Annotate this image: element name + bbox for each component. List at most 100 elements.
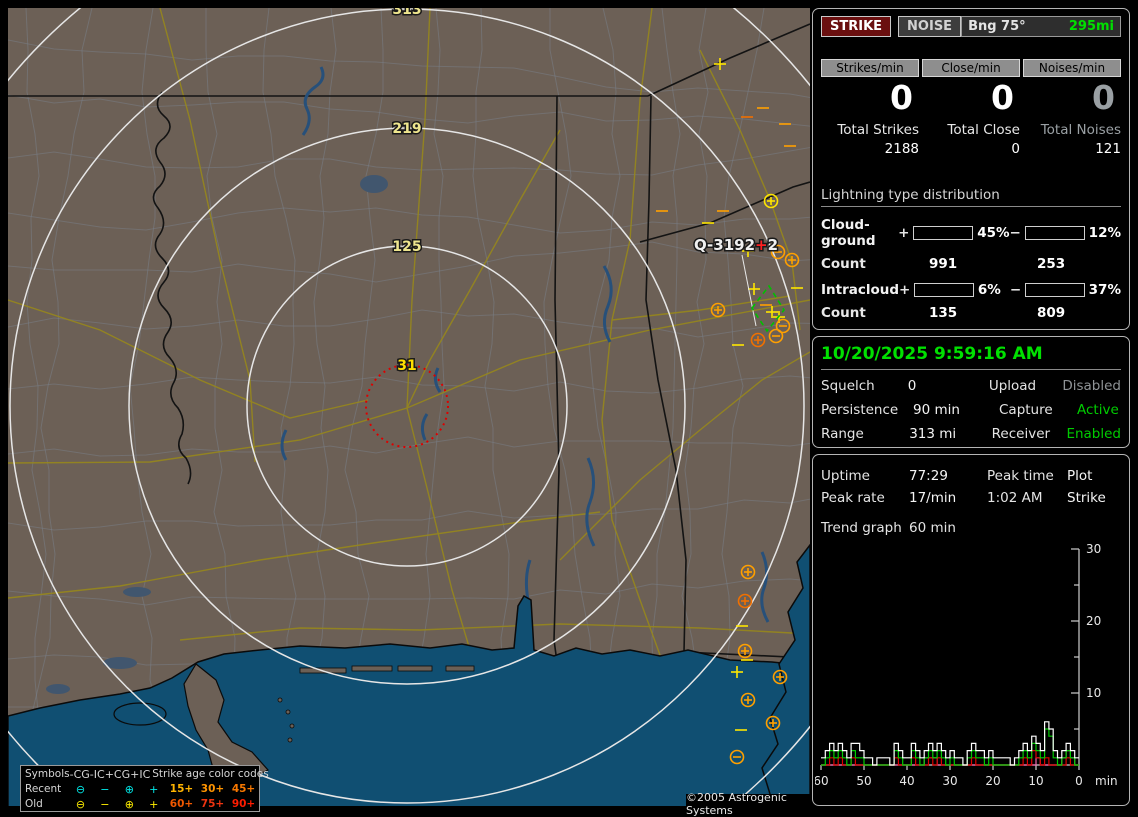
status-row: Persistence 90 min Capture Active [821,402,1121,418]
total-strikes-label: Total Strikes [837,122,919,139]
trend-graph-chart: 60 50 40 30 20 10 0 min 10 20 30 [815,542,1118,788]
legend-header: Symbols -CG -IC +CG +IC Strike age color code… [25,767,269,782]
noise-button[interactable]: NOISE [898,16,962,37]
age-code-45+: 45+ [231,783,256,795]
minus-sign: − [1009,282,1022,299]
total-close-label: Total Close [947,122,1020,139]
x-tick-label: 40 [899,774,914,788]
plus-sign: + [899,282,911,299]
uptime-label: Uptime [821,468,870,484]
total-noises-value: 121 [1095,141,1121,158]
legend-strike-symbol: ⊖ [75,783,86,796]
receiver-label: Receiver [991,426,1051,442]
count-label: Count [821,256,866,273]
peak-rate-value: 17/min [909,490,957,506]
distribution-title: Lightning type distribution [821,187,1121,208]
legend-strike-symbol: ⊖ [75,798,86,811]
plus-sign: + [898,225,910,242]
peak-time-label: Peak time [987,468,1054,484]
legend-strike-symbol: − [100,783,110,796]
lake-pontchartrain [113,702,167,726]
legend-strike-symbol: − [100,798,110,811]
x-tick-label: 30 [942,774,957,788]
trend-graph-label: Trend graph [821,520,902,536]
x-tick-label: 10 [1028,774,1043,788]
cloud-ground-label: Cloud-ground [821,217,876,250]
ic-positive-pct: 6% [977,282,1001,299]
strikes-per-min-button[interactable]: Strikes/min [821,59,919,77]
intracloud-counts: Count 135 809 [821,305,1121,321]
legend-col-header: Symbols [25,768,70,780]
age-code-30+: 30+ [200,783,225,795]
total-noises-label: Total Noises [1040,122,1121,139]
strike-button[interactable]: STRIKE [821,16,892,37]
uptime-value: 77:29 [909,468,948,484]
peak-time-value: 1:02 AM [987,490,1043,506]
ring-distance-label: 31 [397,358,416,374]
close-per-min-button[interactable]: Close/min [922,59,1020,77]
persistence-label: Persistence [821,402,899,418]
trend-graph-value: 60 min [909,520,956,536]
legend-col-header: +CG [104,768,131,781]
datetime-display: 10/20/2025 9:59:16 AM [821,344,1121,370]
count-label: Count [821,305,866,322]
age-code-75+: 75+ [200,798,225,810]
close-counter: Close/min 0 Total Close 0 [922,59,1020,157]
stats-row: Peak rate 17/min 1:02 AM Strike [821,490,1121,506]
intracloud-row: Intracloud + 6% − 37% [821,282,1121,298]
close-per-min-value: 0 [991,78,1014,117]
cg-positive-count: 991 [929,256,958,273]
cg-negative-pct: 12% [1088,225,1121,242]
strikes-counter: Strikes/min 0 Total Strikes 2188 [821,59,919,157]
upload-label: Upload [988,378,1037,394]
symbol-legend: Symbols -CG -IC +CG +IC Strike age color code… [20,765,269,812]
cloud-ground-counts: Count 991 253 [821,256,1121,272]
noises-per-min-button[interactable]: Noises/min [1023,59,1121,77]
total-close-value: 0 [1011,141,1020,158]
trend-panel: Uptime 77:29 Peak time Plot Peak rate 17… [812,454,1130,806]
legend-strike-symbol: + [149,798,159,811]
legend-col-header: -CG [69,768,90,781]
x-tick-label: 60 [815,774,829,788]
cell-id-label: Q-3192+2 [694,236,778,254]
age-code-90+: 90+ [231,798,256,810]
y-tick-label: 30 [1086,542,1101,556]
receiver-value: Enabled [1066,426,1121,442]
legend-strike-symbol: + [149,783,159,796]
cg-positive-bar [913,226,974,241]
y-tick-label: 20 [1086,614,1101,628]
legend-strike-symbol: ⊕ [124,783,134,796]
legend-row-label: Old [25,798,43,810]
status-row: Squelch 0 Upload Disabled [821,378,1121,394]
capture-value: Active [1077,402,1119,418]
ic-negative-bar [1025,283,1085,298]
ic-negative-count: 809 [1037,305,1066,322]
age-code-15+: 15+ [169,783,194,795]
intracloud-label: Intracloud [821,282,900,299]
ring-distance-label: 219 [392,121,421,137]
legend-col-header: +IC [130,768,151,781]
lightning-map[interactable]: 31 125 219 313 Q-3192+2 Symbols -CG -IC +CG +IC… [8,8,818,817]
range-label: Range [821,426,864,442]
bearing-label: Bng 75° [968,19,1026,34]
strike-stats-panel: STRIKE NOISE Bng 75° 295mi Strikes/min 0… [812,8,1130,330]
status-panel: 10/20/2025 9:59:16 AM Squelch 0 Upload D… [812,336,1130,448]
stats-row: Uptime 77:29 Peak time Plot [821,468,1121,484]
x-tick-label: 20 [985,774,1000,788]
ring-distance-label: 125 [392,239,421,255]
age-code-60+: 60+ [169,798,194,810]
cg-negative-bar [1024,226,1085,241]
ic-positive-bar [914,283,974,298]
bearing-range: 295mi [1068,19,1114,34]
x-tick-label: 50 [856,774,871,788]
squelch-value: 0 [907,378,917,394]
cg-negative-count: 253 [1037,256,1066,273]
map-canvas[interactable]: 31 125 219 313 Q-3192+2 [8,8,810,806]
strikes-per-min-value: 0 [890,78,913,117]
legend-col-header: -IC [89,768,105,781]
peak-rate-label: Peak rate [821,490,885,506]
minus-sign: − [1009,225,1021,242]
legend-strike-symbol: ⊕ [124,798,134,811]
status-row: Range 313 mi Receiver Enabled [821,426,1121,442]
bearing-display: Bng 75° 295mi [961,16,1121,37]
